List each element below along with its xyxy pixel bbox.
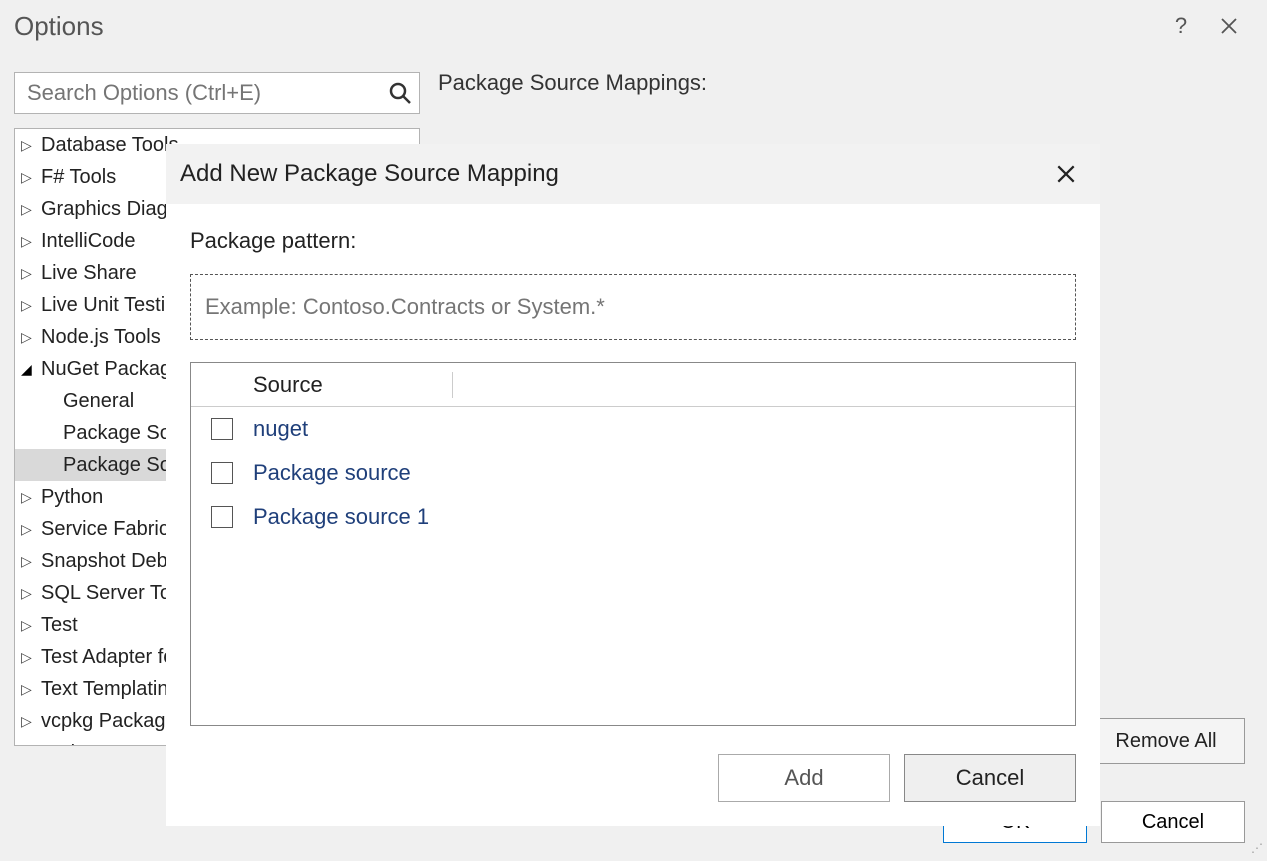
source-grid-header: Source bbox=[191, 363, 1075, 407]
tree-item-label: Python bbox=[41, 486, 103, 509]
add-button[interactable]: Add bbox=[718, 754, 890, 802]
caret-right-icon[interactable]: ▷ bbox=[21, 713, 39, 730]
caret-down-icon[interactable]: ◢ bbox=[21, 361, 39, 378]
caret-right-icon[interactable]: ▷ bbox=[21, 745, 39, 747]
caret-right-icon[interactable]: ▷ bbox=[21, 553, 39, 570]
source-checkbox[interactable] bbox=[211, 462, 233, 484]
source-grid: Source nuget Package source Package source… bbox=[190, 362, 1076, 726]
caret-right-icon[interactable]: ▷ bbox=[21, 329, 39, 346]
tree-item-label: General bbox=[63, 390, 134, 413]
source-name: Package source bbox=[253, 460, 411, 486]
caret-right-icon[interactable]: ▷ bbox=[21, 265, 39, 282]
close-icon[interactable] bbox=[1205, 2, 1253, 50]
tree-item-label: F# Tools bbox=[41, 166, 116, 189]
dialog-close-icon[interactable] bbox=[1046, 154, 1086, 194]
source-checkbox[interactable] bbox=[211, 506, 233, 528]
search-icon[interactable] bbox=[388, 81, 412, 105]
search-options bbox=[14, 72, 420, 114]
package-source-mappings-heading: Package Source Mappings: bbox=[438, 70, 707, 96]
package-pattern-label: Package pattern: bbox=[190, 228, 1076, 254]
dialog-buttons: Add Cancel bbox=[718, 754, 1076, 802]
search-input[interactable] bbox=[14, 72, 420, 114]
dialog-cancel-button[interactable]: Cancel bbox=[904, 754, 1076, 802]
cancel-button[interactable]: Cancel bbox=[1101, 801, 1245, 843]
tree-item-label: IntelliCode bbox=[41, 230, 136, 253]
options-title: Options bbox=[14, 11, 104, 42]
tree-item-label: Database Tools bbox=[41, 134, 179, 157]
source-name: nuget bbox=[253, 416, 308, 442]
caret-right-icon[interactable]: ▷ bbox=[21, 297, 39, 314]
source-row[interactable]: Package source 1 bbox=[191, 495, 1075, 539]
caret-right-icon[interactable]: ▷ bbox=[21, 489, 39, 506]
source-name: Package source 1 bbox=[253, 504, 429, 530]
source-column-header[interactable]: Source bbox=[253, 372, 453, 398]
caret-right-icon[interactable]: ▷ bbox=[21, 233, 39, 250]
help-icon[interactable]: ? bbox=[1157, 2, 1205, 50]
source-checkbox[interactable] bbox=[211, 418, 233, 440]
resize-grip-icon[interactable]: ⋰ bbox=[1251, 845, 1265, 859]
caret-right-icon[interactable]: ▷ bbox=[21, 201, 39, 218]
source-row[interactable]: Package source bbox=[191, 451, 1075, 495]
dialog-titlebar: Add New Package Source Mapping bbox=[166, 144, 1100, 204]
dialog-title: Add New Package Source Mapping bbox=[180, 160, 559, 188]
tree-item-label: Node.js Tools bbox=[41, 326, 161, 349]
caret-right-icon[interactable]: ▷ bbox=[21, 169, 39, 186]
remove-all-button[interactable]: Remove All bbox=[1087, 718, 1245, 764]
tree-item-label: Text Templating bbox=[41, 678, 180, 701]
add-mapping-dialog: Add New Package Source Mapping Package p… bbox=[166, 144, 1100, 826]
package-pattern-input[interactable] bbox=[190, 274, 1076, 340]
tree-item-label: Test bbox=[41, 614, 78, 637]
caret-right-icon[interactable]: ▷ bbox=[21, 617, 39, 634]
caret-right-icon[interactable]: ▷ bbox=[21, 137, 39, 154]
options-titlebar: Options ? bbox=[0, 0, 1267, 52]
caret-right-icon[interactable]: ▷ bbox=[21, 649, 39, 666]
source-row[interactable]: nuget bbox=[191, 407, 1075, 451]
caret-right-icon[interactable]: ▷ bbox=[21, 521, 39, 538]
tree-item-label: Live Share bbox=[41, 262, 137, 285]
caret-right-icon[interactable]: ▷ bbox=[21, 681, 39, 698]
caret-right-icon[interactable]: ▷ bbox=[21, 585, 39, 602]
